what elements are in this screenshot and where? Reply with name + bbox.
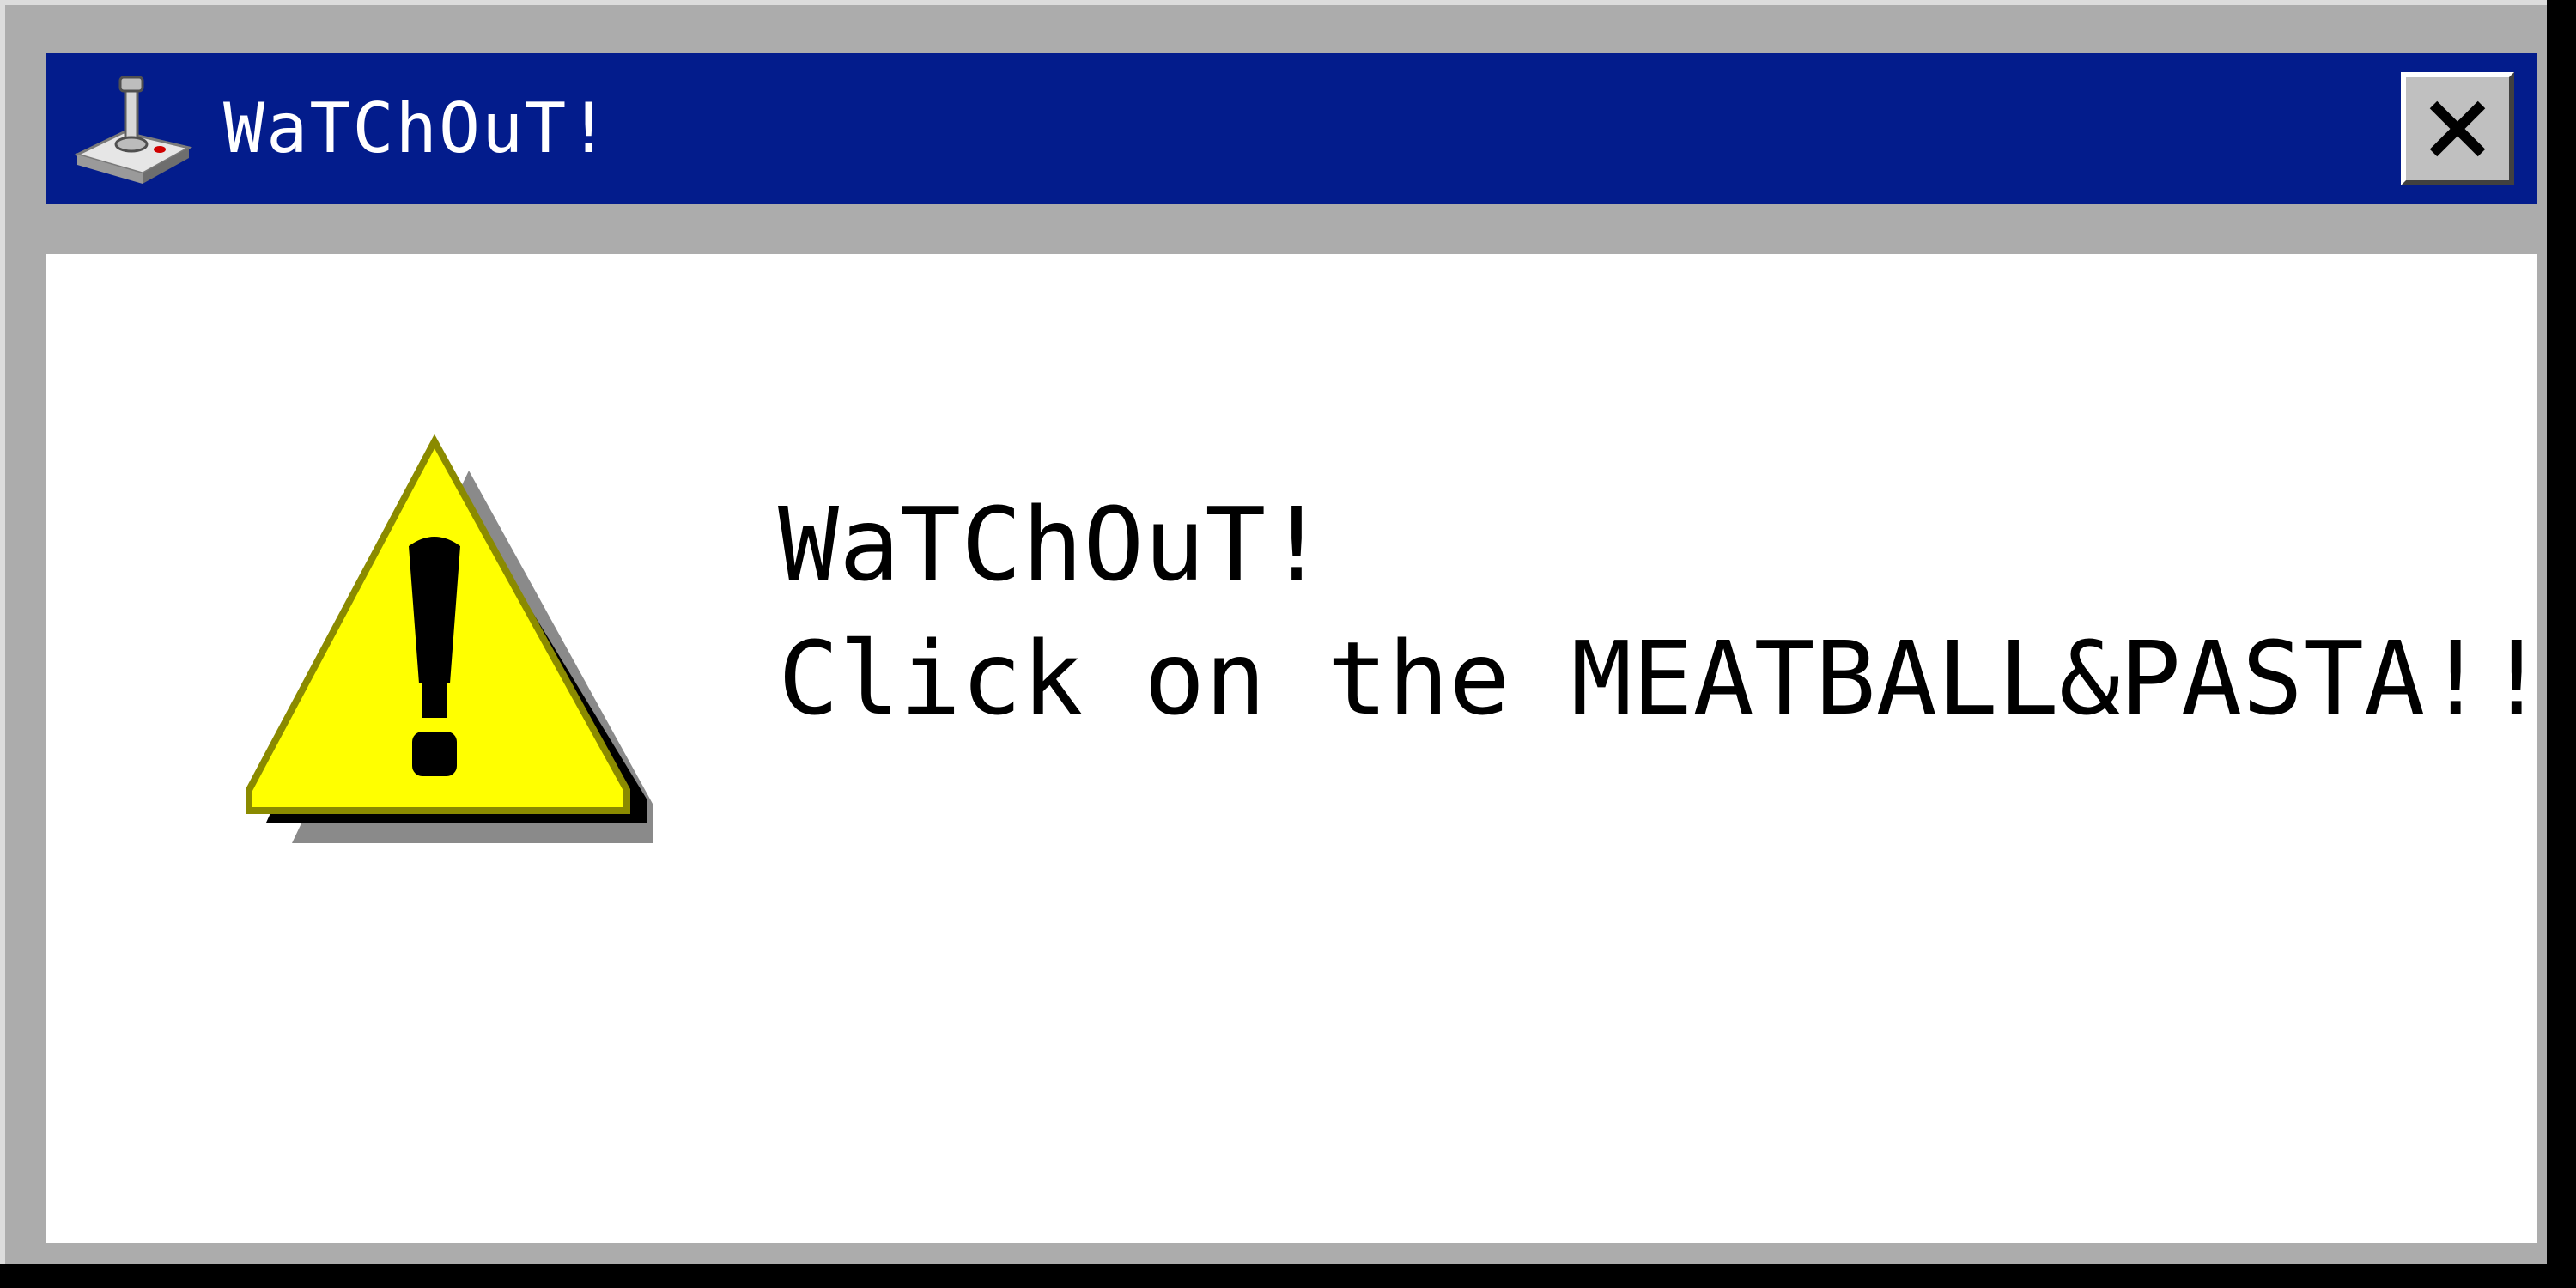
joystick-icon bbox=[69, 70, 197, 191]
window-title: WaTChOuT! bbox=[223, 88, 611, 168]
warning-icon bbox=[240, 426, 704, 847]
close-icon bbox=[2429, 100, 2486, 157]
close-button[interactable] bbox=[2401, 72, 2514, 185]
dialog-content: WaTChOuT! Click on the MEATBALL&PASTA!! bbox=[46, 254, 2547, 1243]
title-bar[interactable]: WaTChOuT! bbox=[46, 53, 2537, 204]
message-line-1: WaTChOuT! bbox=[778, 485, 1327, 604]
alert-dialog: WaTChOuT! WaTChOuT! Click on the MEATBAL… bbox=[0, 0, 2547, 1264]
message-text: WaTChOuT! Click on the MEATBALL&PASTA!! bbox=[778, 477, 2547, 745]
message-line-2: Click on the MEATBALL&PASTA!! bbox=[778, 619, 2548, 738]
